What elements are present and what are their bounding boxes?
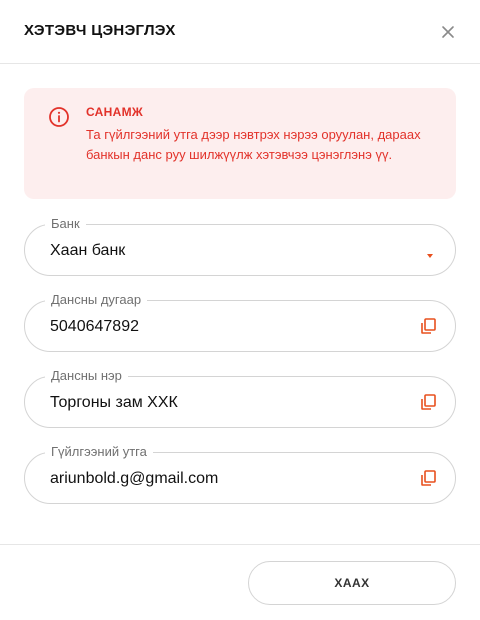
copy-icon[interactable] [419,469,437,487]
bank-select[interactable]: Банк Хаан банк [24,216,456,276]
account-number-value: 5040647892 [50,318,139,335]
info-circle-icon [48,106,70,128]
transaction-note-field[interactable]: Гүйлгээний утга ariunbold.g@gmail.com [24,444,456,504]
copy-icon[interactable] [419,317,437,335]
account-name-label: Дансны нэр [45,368,128,384]
copy-icon[interactable] [419,393,437,411]
account-number-label: Дансны дугаар [45,292,148,308]
account-name-field[interactable]: Дансны нэр Торгоны зам ХХК [24,368,456,428]
account-name-value: Торгоны зам ХХК [50,394,178,411]
transaction-note-label: Гүйлгээний утга [45,444,153,460]
modal-title: ХЭТЭВЧ ЦЭНЭГЛЭХ [24,22,176,39]
transaction-note-value: ariunbold.g@gmail.com [50,470,219,487]
close-button[interactable]: ХААХ [248,561,456,605]
modal-footer: ХААХ [0,544,480,620]
bank-label: Банк [45,216,86,232]
bank-value: Хаан банк [50,242,126,259]
account-number-field[interactable]: Дансны дугаар 5040647892 [24,292,456,352]
warning-alert: САНАМЖ Та гүйлгээний утга дээр нэвтрэх н… [24,88,456,199]
modal-header: ХЭТЭВЧ ЦЭНЭГЛЭХ [0,0,480,64]
alert-title: САНАМЖ [86,105,144,119]
wallet-topup-modal: ХЭТЭВЧ ЦЭНЭГЛЭХ САНАМЖ Та гүйлгээний утг… [0,0,480,620]
close-icon[interactable] [436,20,460,44]
chevron-down-icon[interactable] [425,247,435,258]
alert-message: Та гүйлгээний утга дээр нэвтрэх нэрээ ор… [86,127,421,162]
